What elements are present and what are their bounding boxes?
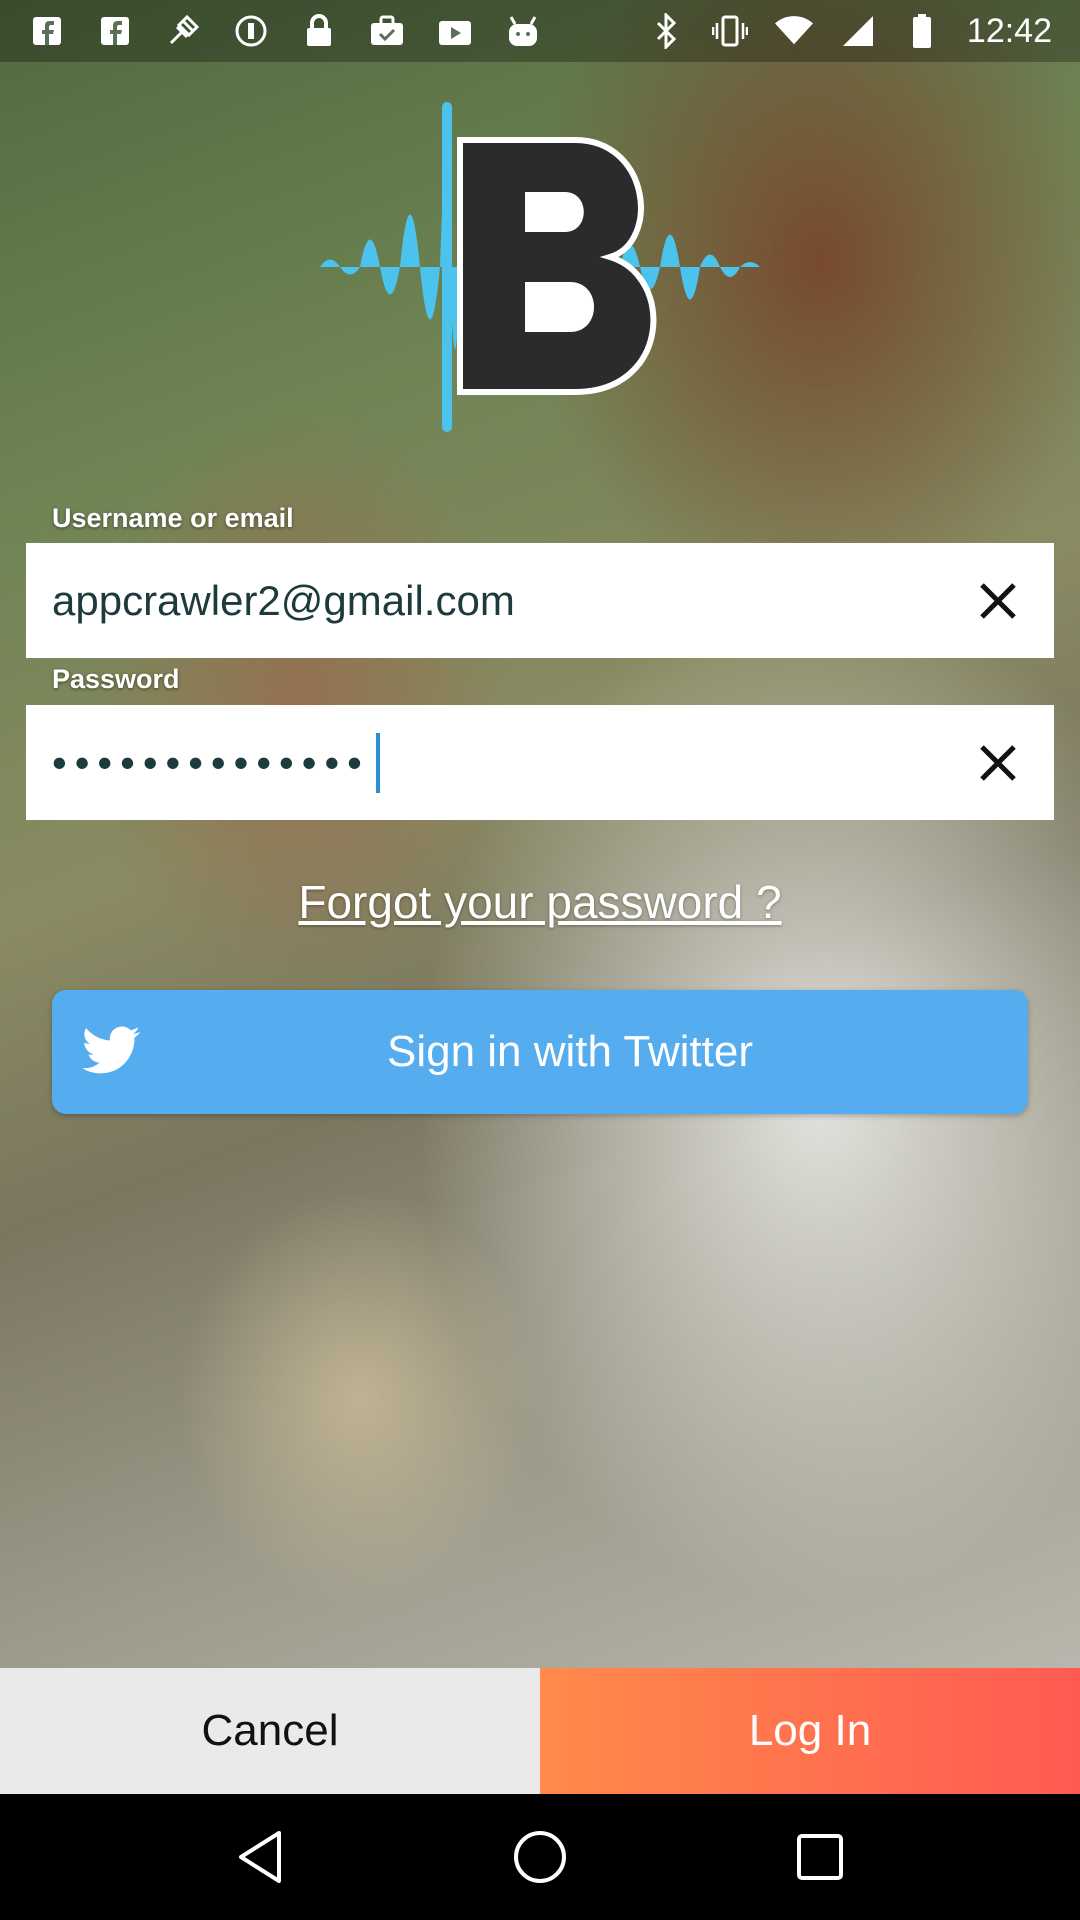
status-time: 12:42 [966,11,1052,50]
app-logo [320,102,760,432]
signal-icon [839,12,877,50]
battery-icon [903,12,941,50]
password-value[interactable]: •••••••••••••• [52,732,968,793]
username-field[interactable]: appcrawler2@gmail.com [26,543,1054,658]
back-icon[interactable] [220,1817,300,1897]
play-store-icon [436,12,474,50]
status-bar: 12:42 [0,0,1080,62]
cancel-button[interactable]: Cancel [0,1668,540,1794]
recents-icon[interactable] [780,1817,860,1897]
home-icon[interactable] [500,1817,580,1897]
twitter-icon [80,1018,144,1082]
lock-icon [300,12,338,50]
navigation-bar [0,1794,1080,1920]
sign-in-twitter-button[interactable]: Sign in with Twitter [52,990,1028,1114]
username-value[interactable]: appcrawler2@gmail.com [52,577,968,625]
forgot-password-link[interactable]: Forgot your password ? [0,875,1080,929]
password-field[interactable]: •••••••••••••• [26,705,1054,820]
bluetooth-icon [647,12,685,50]
clear-password-icon[interactable] [968,733,1028,793]
facebook-icon [28,12,66,50]
facebook-icon [96,12,134,50]
password-label: Password [52,664,180,694]
password-dots: •••••••••••••• [52,738,370,786]
username-label: Username or email [52,503,294,533]
wifi-icon [774,12,813,50]
clear-username-icon[interactable] [968,571,1028,631]
info-icon [232,12,270,50]
bottom-action-bar: Cancel Log In [0,1668,1080,1794]
vibrate-icon [711,12,749,50]
text-cursor [375,732,380,793]
android-icon [504,12,542,50]
twitter-button-label: Sign in with Twitter [386,1027,753,1076]
login-button[interactable]: Log In [540,1668,1080,1794]
briefcase-check-icon [368,12,406,50]
fake-gps-icon [164,12,202,50]
